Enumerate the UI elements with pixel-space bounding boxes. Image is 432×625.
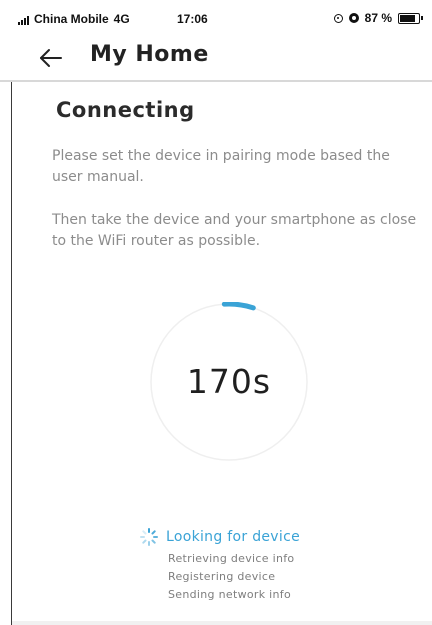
screen-edge bbox=[11, 82, 12, 625]
status-bar: China Mobile 4G 17:06 87 % bbox=[0, 0, 432, 34]
connecting-heading: Connecting bbox=[56, 98, 195, 122]
battery-icon bbox=[398, 12, 423, 24]
step-looking-for-device: Looking for device bbox=[138, 527, 398, 547]
instruction-move-close: Then take the device and your smartphone… bbox=[52, 212, 417, 249]
back-button[interactable] bbox=[38, 46, 64, 70]
bottom-divider bbox=[12, 621, 432, 625]
step-sending-network-info: Sending network info bbox=[138, 585, 398, 603]
countdown-value: 170s bbox=[186, 362, 272, 401]
battery-percent: 87 % bbox=[364, 11, 392, 25]
alarm-icon bbox=[348, 13, 359, 23]
nav-header: My Home bbox=[0, 34, 432, 82]
back-arrow-icon bbox=[40, 49, 62, 67]
status-time: 17:06 bbox=[177, 12, 208, 26]
step-label: Retrieving device info bbox=[168, 551, 295, 565]
location-icon bbox=[333, 13, 343, 23]
carrier-label: China Mobile bbox=[34, 12, 109, 26]
network-type: 4G bbox=[113, 12, 130, 26]
step-registering-device: Registering device bbox=[138, 567, 398, 585]
signal-icon bbox=[18, 16, 29, 25]
step-label: Looking for device bbox=[166, 529, 300, 545]
instruction-pairing-mode: Please set the device in pairing mode ba… bbox=[52, 148, 390, 185]
step-label: Sending network info bbox=[168, 587, 292, 601]
step-label: Registering device bbox=[168, 569, 276, 583]
status-left: China Mobile 4G bbox=[18, 13, 130, 25]
loading-spinner-icon bbox=[140, 528, 158, 546]
phone-screen: China Mobile 4G 17:06 87 % My Home Conne… bbox=[0, 0, 432, 625]
step-retrieving-info: Retrieving device info bbox=[138, 549, 398, 567]
status-right: 87 % bbox=[333, 11, 423, 25]
battery-level bbox=[400, 14, 415, 22]
page-title: My Home bbox=[90, 42, 209, 67]
pairing-steps: Looking for device Retrieving device inf… bbox=[138, 527, 398, 603]
countdown-timer: 170s bbox=[149, 302, 309, 462]
